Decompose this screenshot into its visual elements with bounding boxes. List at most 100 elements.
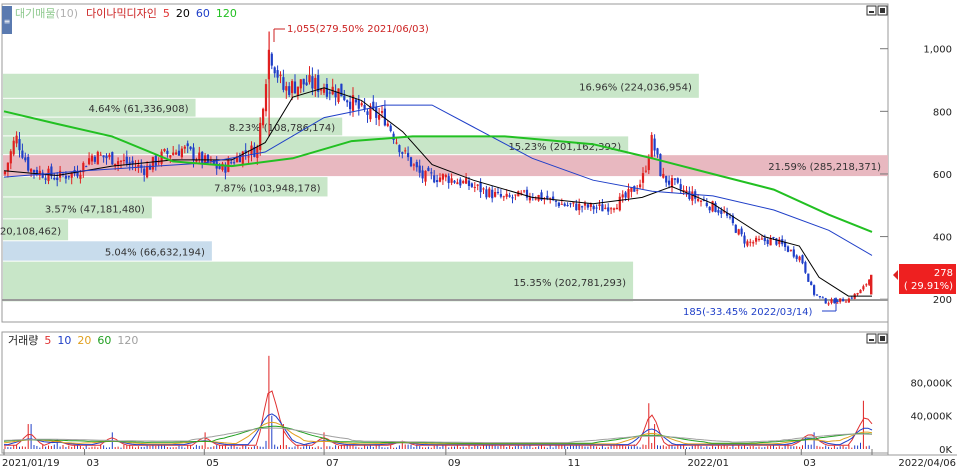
candle-body [262, 108, 265, 126]
candle-body [386, 123, 389, 126]
supply-zone-label: 15.35% (202,781,293) [513, 278, 626, 289]
candle-body [810, 281, 813, 285]
candle-body [479, 182, 482, 193]
candle-body [836, 302, 839, 304]
candle-body [502, 196, 505, 198]
volume-panel-minimize-button[interactable] [866, 333, 877, 344]
candle-body [647, 158, 650, 171]
candle-body [618, 196, 621, 211]
candle-body [3, 171, 7, 175]
candle-body [122, 159, 125, 161]
current-price-value: 278 [934, 268, 953, 279]
candle-body [612, 208, 616, 210]
candle-body [276, 70, 279, 78]
candle-body [824, 298, 827, 304]
high-label: 1,055(279.50% 2021/06/03) [287, 24, 429, 35]
candle-body [592, 205, 595, 210]
candle-body [644, 170, 647, 172]
candle-body [256, 146, 259, 158]
candle-body [206, 154, 210, 163]
candle-body [273, 67, 276, 74]
volume-y-axis: 0K 40,000K 80,000K [910, 378, 952, 456]
candle-body [444, 174, 447, 178]
candle-body [279, 74, 282, 76]
candle-body [293, 81, 297, 94]
candle-body [563, 203, 566, 206]
current-price-pointer [893, 270, 898, 280]
candle-body [186, 143, 189, 147]
candle-body [650, 134, 653, 159]
candle-body [12, 140, 15, 155]
candle-body [354, 99, 357, 103]
candle-body [604, 207, 607, 209]
candle-body [18, 139, 21, 151]
candle-body [177, 150, 181, 156]
candle-body [720, 210, 723, 214]
candle-body [485, 189, 488, 198]
candle-body [572, 202, 575, 204]
candle-body [789, 249, 792, 251]
candle-body [456, 182, 459, 185]
candle-body [601, 204, 604, 212]
candle-body [378, 114, 381, 120]
candle-body [192, 147, 195, 161]
candle-body [441, 174, 444, 180]
candle-body [763, 237, 766, 242]
price-tick-label: 1,000 [923, 45, 952, 56]
candle-body [865, 284, 868, 286]
candle-body [401, 152, 404, 154]
candle-body [427, 167, 430, 171]
price-panel-minimize-button[interactable] [866, 5, 877, 16]
candle-body [270, 53, 273, 66]
candle-body [798, 256, 801, 261]
price-panel-maximize-button[interactable] [877, 5, 888, 16]
candle-body [552, 196, 555, 200]
candle-body [96, 151, 99, 165]
candle-body [409, 157, 413, 167]
price-tick-label: 200 [933, 295, 952, 306]
volume-panel-frame [1, 331, 889, 454]
candle-body [598, 204, 601, 207]
candle-body [801, 255, 804, 264]
candle-body [641, 173, 645, 183]
candle-body [566, 205, 569, 207]
candle-body [198, 152, 201, 160]
candle-body [93, 156, 96, 162]
candle-body [450, 178, 453, 183]
volume-tick-label: 80,000K [910, 378, 952, 389]
candle-body [201, 151, 204, 164]
price-tick-label: 600 [933, 170, 952, 181]
candle-body [670, 178, 674, 188]
candle-body [314, 77, 317, 90]
candle-body [154, 155, 157, 166]
stock-chart: 16.96% (224,036,954) 4.64% (61,336,908) 8.… [0, 3, 957, 469]
candle-body [740, 228, 743, 235]
candle-body [679, 184, 682, 190]
candle-body [665, 175, 668, 183]
candle-body [827, 303, 830, 305]
candle-body [412, 164, 415, 166]
volume-panel-maximize-button[interactable] [877, 333, 888, 344]
volume-tick-label: 40,000K [910, 412, 952, 423]
supply-zone-label: 8.23% (108,786,174) [229, 123, 335, 134]
last-candle [870, 274, 873, 295]
candle-body [291, 81, 294, 94]
candle-body [842, 299, 845, 302]
candle-body [743, 235, 746, 244]
candle-body [438, 177, 442, 182]
candle-body [839, 298, 842, 302]
candle-body [659, 153, 662, 177]
candle-body [627, 189, 630, 198]
candle-body [786, 246, 790, 252]
candle-body [30, 169, 33, 172]
side-tab-icon: ≡ [4, 17, 11, 26]
candle-body [784, 242, 787, 248]
candle-body [117, 161, 120, 165]
candle-body [105, 155, 108, 159]
candle-body [494, 191, 497, 197]
candle-body [15, 135, 18, 144]
candle-body [668, 180, 671, 185]
ma5-legend: 5 [163, 7, 170, 20]
candle-body [163, 149, 166, 152]
candle-body [653, 138, 656, 151]
